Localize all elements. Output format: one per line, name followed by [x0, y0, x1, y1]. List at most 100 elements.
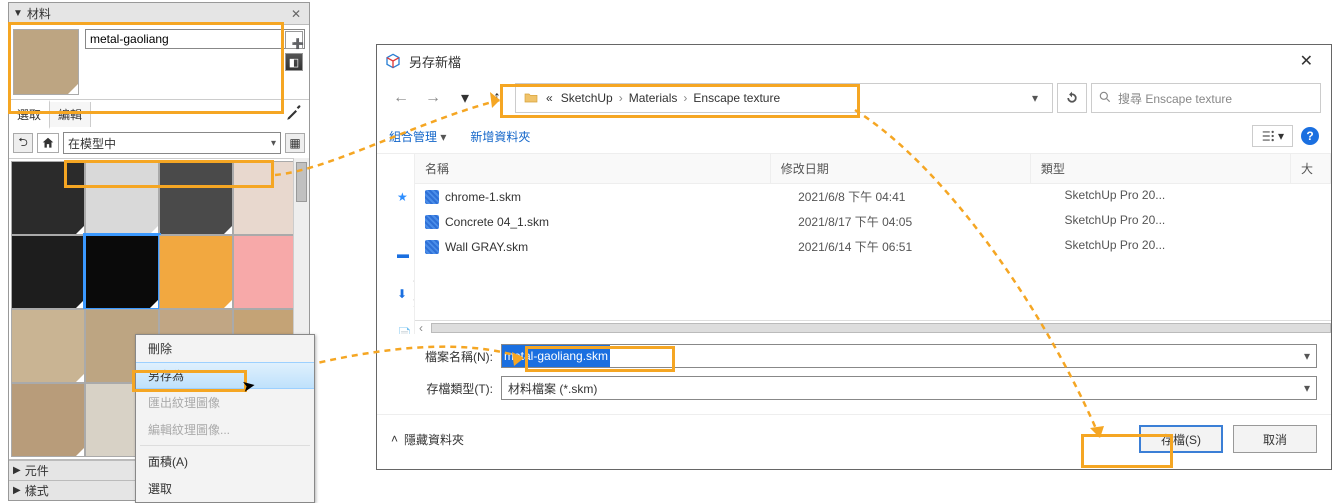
file-type: SketchUp Pro 20... [1065, 188, 1331, 205]
document-icon: 📄 [397, 327, 412, 334]
file-row[interactable]: Concrete 04_1.skm2021/8/17 下午 04:05Sketc… [415, 209, 1331, 234]
material-swatch[interactable] [85, 235, 159, 309]
tree-quick-access[interactable]: ★快速存取 [387, 160, 407, 234]
refresh-button[interactable] [1057, 83, 1087, 113]
hide-folders-toggle[interactable]: ˄ 隱藏資料夾 [391, 431, 464, 448]
skm-file-icon [425, 215, 439, 229]
filetype-value: 材料檔案 (*.skm) [508, 380, 597, 397]
chevron-down-icon[interactable]: ▾ [1304, 349, 1310, 363]
col-type[interactable]: 類型 [1031, 154, 1291, 183]
materials-panel-title-bar[interactable]: ▼ 材料 ✕ [9, 3, 309, 25]
current-material-swatch[interactable] [13, 29, 79, 95]
file-type: SketchUp Pro 20... [1065, 213, 1331, 230]
search-input[interactable]: 搜尋 Enscape texture [1091, 83, 1321, 113]
components-label: 元件 [25, 462, 49, 479]
desktop-icon: ▬ [397, 247, 409, 261]
tree-documents[interactable]: 📄文件📌 [387, 314, 407, 334]
material-swatch[interactable] [11, 383, 85, 457]
nav-recent-button[interactable]: ▾ [451, 84, 479, 112]
create-material-icon[interactable]: ◧ [285, 53, 303, 71]
materials-panel-title: 材料 [27, 5, 51, 22]
download-icon: ⬇ [397, 287, 407, 301]
material-swatch[interactable] [85, 161, 159, 235]
save-button[interactable]: 存檔(S) [1139, 425, 1223, 453]
file-date: 2021/6/14 下午 06:51 [798, 238, 1064, 255]
chevron-down-icon: ▾ [1278, 129, 1284, 143]
ctx-edit-texture: 編輯紋理圖像... [136, 416, 314, 443]
filename-value-selected: metal-gaoliang.skm [502, 345, 610, 367]
new-folder-button[interactable]: 新增資料夾 [470, 128, 530, 145]
close-icon[interactable]: ✕ [287, 7, 305, 21]
star-icon: ★ [397, 190, 408, 204]
ctx-area[interactable]: 面積(A) [136, 448, 314, 475]
skm-file-icon [425, 240, 439, 254]
col-date[interactable]: 修改日期 [771, 154, 1031, 183]
dialog-nav-row: ← → ▾ ↑ « SketchUp › Materials › Enscape… [377, 77, 1331, 119]
breadcrumb-dropdown[interactable]: ▾ [1024, 87, 1046, 109]
material-preview-row: ➕ ◧ [9, 25, 309, 99]
tab-edit[interactable]: 編輯 [50, 102, 91, 127]
horizontal-scrollbar[interactable]: ‹ [415, 320, 1331, 334]
sketchup-icon [385, 53, 401, 69]
col-size[interactable]: 大 [1291, 154, 1331, 183]
scrollbar-thumb[interactable] [431, 323, 1331, 333]
file-list-header: 名稱 修改日期 類型 大 [415, 154, 1331, 184]
dialog-title-bar[interactable]: 另存新檔 ✕ [377, 45, 1331, 77]
dialog-close-button[interactable]: ✕ [1290, 47, 1323, 75]
nav-forward-button: → [419, 84, 447, 112]
save-as-dialog: 另存新檔 ✕ ← → ▾ ↑ « SketchUp › Materials › … [376, 44, 1332, 470]
nav-back-button[interactable]: ← [387, 84, 415, 112]
material-swatch[interactable] [11, 235, 85, 309]
breadcrumb-box[interactable]: « SketchUp › Materials › Enscape texture… [515, 83, 1053, 113]
thumbnails-mode-button[interactable]: ▦ [285, 133, 305, 153]
material-name-input[interactable] [85, 29, 305, 49]
file-list-area: 名稱 修改日期 類型 大 chrome-1.skm2021/6/8 下午 04:… [415, 154, 1331, 334]
filename-input[interactable]: metal-gaoliang.skm ▾ [501, 344, 1317, 368]
col-name[interactable]: 名稱 [415, 154, 771, 183]
ctx-save-as[interactable]: 另存為 [136, 362, 314, 389]
scrollbar-thumb[interactable] [296, 162, 307, 202]
file-date: 2021/8/17 下午 04:05 [798, 213, 1064, 230]
materials-tabs: 選取 編輯 [9, 99, 309, 128]
file-type: SketchUp Pro 20... [1065, 238, 1331, 255]
material-swatch[interactable] [159, 235, 233, 309]
ctx-select[interactable]: 選取 [136, 475, 314, 502]
eyedropper-icon[interactable] [279, 102, 309, 127]
tree-downloads[interactable]: ⬇下載📌 [387, 274, 407, 314]
add-material-icon[interactable]: ➕ [285, 31, 303, 49]
folder-tree: ★快速存取 ▬桌面📌 ⬇下載📌 📄文件📌 🖼圖片 [377, 154, 415, 334]
filetype-select[interactable]: 材料檔案 (*.skm) ▾ [501, 376, 1317, 400]
breadcrumb-prefix: « [544, 91, 555, 105]
material-swatch[interactable] [11, 309, 85, 383]
chevron-right-icon: › [683, 91, 687, 105]
filename-label: 檔案名稱(N): [391, 348, 501, 365]
material-swatch[interactable] [159, 161, 233, 235]
separator [140, 445, 310, 446]
chevron-down-icon: ▾ [271, 138, 276, 149]
tab-select[interactable]: 選取 [9, 100, 50, 129]
help-button[interactable]: ? [1301, 127, 1319, 145]
organize-button[interactable]: 組合管理 ▾ [389, 128, 452, 145]
material-context-menu: 刪除 另存為 匯出紋理圖像 編輯紋理圖像... 面積(A) 選取 [135, 334, 315, 503]
dialog-title: 另存新檔 [409, 52, 461, 71]
library-back-button[interactable]: ⮌ [13, 133, 33, 153]
material-swatch[interactable] [11, 161, 85, 235]
chevron-right-icon: › [619, 91, 623, 105]
cancel-button[interactable]: 取消 [1233, 425, 1317, 453]
scroll-left-icon[interactable]: ‹ [415, 321, 427, 335]
ctx-delete[interactable]: 刪除 [136, 335, 314, 362]
search-placeholder: 搜尋 Enscape texture [1118, 90, 1232, 107]
view-mode-button[interactable]: ▾ [1252, 125, 1293, 147]
tree-desktop[interactable]: ▬桌面📌 [387, 234, 407, 274]
nav-up-button[interactable]: ↑ [483, 84, 511, 112]
library-select[interactable]: 在模型中 ▾ [63, 132, 281, 154]
breadcrumb-part[interactable]: Materials [627, 91, 680, 105]
library-home-button[interactable] [37, 133, 59, 153]
breadcrumb-part[interactable]: SketchUp [559, 91, 615, 105]
file-date: 2021/6/8 下午 04:41 [798, 188, 1064, 205]
ctx-export-texture: 匯出紋理圖像 [136, 389, 314, 416]
breadcrumb-part[interactable]: Enscape texture [691, 91, 782, 105]
file-row[interactable]: Wall GRAY.skm2021/6/14 下午 06:51SketchUp … [415, 234, 1331, 259]
chevron-down-icon[interactable]: ▾ [1304, 381, 1310, 395]
file-row[interactable]: chrome-1.skm2021/6/8 下午 04:41SketchUp Pr… [415, 184, 1331, 209]
